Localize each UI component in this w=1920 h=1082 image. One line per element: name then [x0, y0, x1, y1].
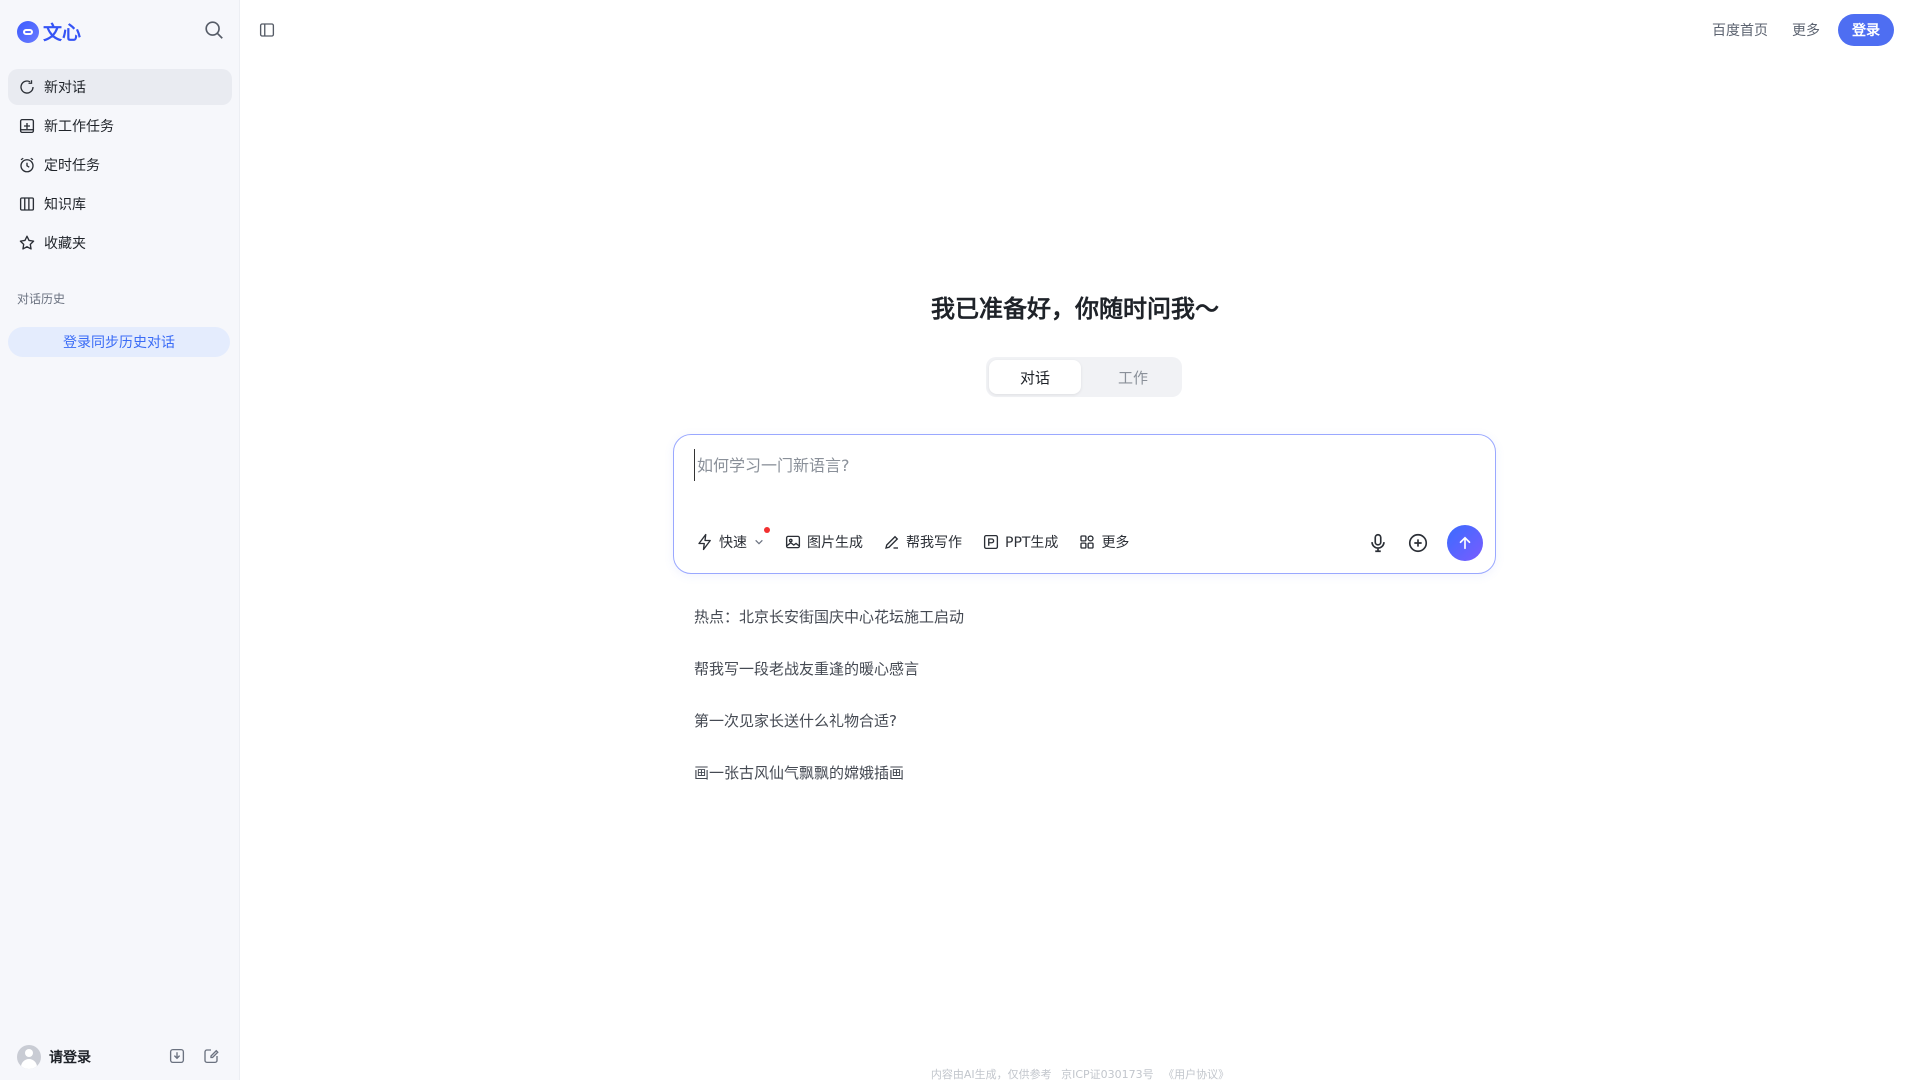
microphone-icon[interactable]	[1367, 532, 1389, 554]
login-button[interactable]: 登录	[1838, 14, 1894, 46]
header-links: 百度首页 更多 登录	[1712, 14, 1894, 46]
chevron-down-icon	[755, 539, 763, 545]
alarm-clock-icon	[20, 157, 34, 173]
suggestion-item[interactable]: 画一张古风仙气飘飘的嫦娥插画	[694, 763, 964, 815]
sidebar-item-label: 收藏夹	[44, 236, 86, 252]
tool-label: 更多	[1101, 535, 1130, 551]
quick-mode-button[interactable]: 快速	[696, 527, 770, 552]
image-generation-button[interactable]: 图片生成	[784, 532, 863, 552]
sidebar-item-new-task[interactable]: 新工作任务	[8, 108, 232, 144]
composer-tools: 快速 图片生成 帮我写作 PPT生成 更多	[696, 527, 1129, 552]
sidebar-item-label: 知识库	[44, 197, 86, 213]
suggestion-item[interactable]: 第一次见家长送什么礼物合适?	[694, 711, 964, 763]
send-button[interactable]	[1447, 525, 1483, 561]
app-logo[interactable]: 文心	[17, 18, 81, 45]
ai-notice: 内容由AI生成，仅供参考	[930, 1068, 1052, 1081]
chat-input[interactable]	[694, 449, 1459, 481]
app-name: 文心	[43, 22, 82, 44]
pen-icon	[885, 535, 899, 549]
download-icon[interactable]	[168, 1047, 186, 1065]
star-icon	[19, 235, 35, 250]
new-task-icon	[19, 118, 35, 134]
suggestion-item[interactable]: 热点：北京长安街国庆中心花坛施工启动	[694, 607, 964, 659]
sync-history-button[interactable]: 登录同步历史对话	[8, 327, 230, 357]
sidebar-item-label: 新工作任务	[44, 119, 114, 135]
library-icon	[19, 197, 35, 211]
ppt-icon	[983, 534, 999, 550]
composer-actions	[1367, 525, 1483, 561]
suggestion-item[interactable]: 帮我写一段老战友重逢的暖心感言	[694, 659, 964, 711]
image-icon	[785, 535, 801, 549]
logo-icon	[17, 20, 39, 43]
tab-chat[interactable]: 对话	[989, 360, 1081, 394]
grid-icon	[1080, 535, 1095, 549]
arrow-up-icon	[1459, 536, 1471, 550]
new-badge-dot	[764, 527, 770, 533]
history-title: 对话历史	[17, 292, 66, 306]
sidebar: 文心 新对话 新工作任务 定时任务 知识库 收藏夹 对话历史 登录同步历史对话 …	[0, 0, 240, 1080]
ppt-generation-button[interactable]: PPT生成	[982, 532, 1058, 552]
chat-composer: 快速 图片生成 帮我写作 PPT生成 更多	[673, 434, 1496, 574]
baidu-home-link[interactable]: 百度首页	[1712, 20, 1768, 40]
sidebar-toggle-icon[interactable]	[258, 21, 276, 39]
suggestion-list: 热点：北京长安街国庆中心花坛施工启动 帮我写一段老战友重逢的暖心感言 第一次见家…	[694, 607, 964, 815]
sidebar-item-favorites[interactable]: 收藏夹	[8, 225, 232, 261]
login-prompt: 请登录	[49, 1050, 91, 1066]
mode-switch: 对话 工作	[986, 357, 1182, 397]
page-title: 我已准备好，你随时问我～	[931, 295, 1219, 323]
add-attachment-icon[interactable]	[1407, 532, 1429, 554]
user-agreement-link[interactable]: 《用户协议》	[1163, 1068, 1229, 1081]
sidebar-item-new-chat[interactable]: 新对话	[8, 69, 232, 105]
sidebar-item-label: 定时任务	[44, 158, 100, 174]
writing-assist-button[interactable]: 帮我写作	[883, 532, 962, 552]
sidebar-nav: 新对话 新工作任务 定时任务 知识库 收藏夹	[8, 69, 232, 264]
tool-label: PPT生成	[1005, 535, 1059, 551]
tab-work[interactable]: 工作	[1087, 360, 1179, 394]
feedback-icon[interactable]	[202, 1047, 220, 1065]
new-chat-icon	[20, 80, 34, 94]
sidebar-item-scheduled-task[interactable]: 定时任务	[8, 147, 232, 183]
more-tools-button[interactable]: 更多	[1078, 532, 1129, 552]
more-link[interactable]: 更多	[1792, 20, 1820, 40]
sidebar-item-label: 新对话	[44, 80, 86, 96]
sidebar-item-knowledge-base[interactable]: 知识库	[8, 186, 232, 222]
icp-link[interactable]: 京ICP证030173号	[1061, 1068, 1154, 1081]
search-icon[interactable]	[203, 19, 225, 41]
lightning-icon	[698, 533, 711, 551]
tool-label: 帮我写作	[906, 535, 962, 551]
tool-label: 图片生成	[807, 535, 863, 551]
tool-label: 快速	[719, 535, 747, 551]
